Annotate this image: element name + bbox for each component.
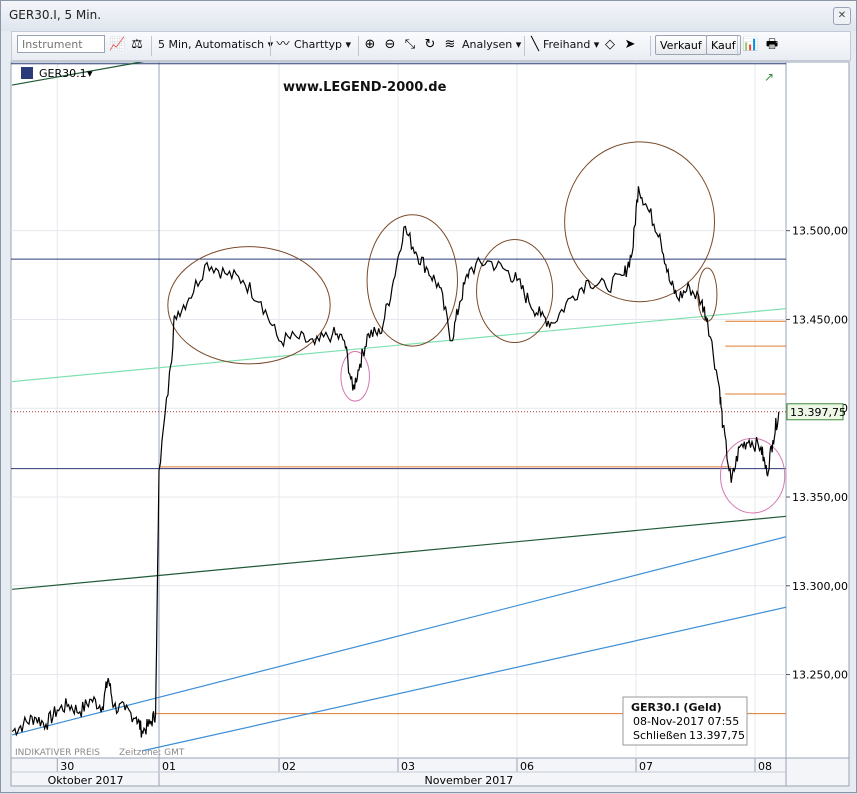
timezone-note: Zeitzone: GMT: [119, 748, 185, 758]
current-price-label: 13.397,75: [790, 406, 846, 419]
y-tick-label: 13.300,00: [792, 580, 848, 593]
axis-corner: [785, 757, 850, 787]
price-chart[interactable]: 13.250,0013.300,0013.350,0013.400,0013.4…: [1, 1, 857, 794]
y-tick-label: 13.450,00: [792, 313, 848, 326]
x-tick-label: 02: [282, 760, 296, 773]
x-tick-label: 08: [758, 760, 772, 773]
info-box-close-value: 13.397,75: [689, 729, 745, 742]
y-tick-label: 13.350,00: [792, 491, 848, 504]
x-tick-label: 07: [639, 760, 653, 773]
info-box-close-label: Schließen: [633, 729, 687, 742]
app-window: GER30.I, 5 Min. ✕ 📈 ⚖ 5 Min, Automatisch…: [0, 0, 857, 793]
symbol-label[interactable]: GER30.1: [39, 67, 87, 80]
y-tick-label: 13.500,00: [792, 225, 848, 238]
indicative-price-note: INDIKATIVER PREIS: [15, 748, 100, 758]
symbol-icon: [21, 67, 33, 79]
x-tick-label: 30: [60, 760, 74, 773]
x-tick-label: 06: [520, 760, 534, 773]
x-tick-label: 03: [401, 760, 415, 773]
info-box-datetime: 08-Nov-2017 07:55: [633, 715, 739, 728]
x-tick-label: 01: [162, 760, 176, 773]
info-box: GER30.I (Geld) 08-Nov-2017 07:55 Schließ…: [622, 696, 748, 746]
trend-arrow-icon: ↗: [764, 70, 774, 84]
symbol-dropdown-icon[interactable]: ▾: [87, 67, 93, 80]
info-box-title: GER30.I (Geld): [631, 701, 722, 714]
x-month-label: Oktober 2017: [48, 774, 124, 787]
watermark: www.LEGEND-2000.de: [283, 80, 447, 95]
y-tick-label: 13.250,00: [792, 669, 848, 682]
x-month-label: November 2017: [425, 774, 514, 787]
